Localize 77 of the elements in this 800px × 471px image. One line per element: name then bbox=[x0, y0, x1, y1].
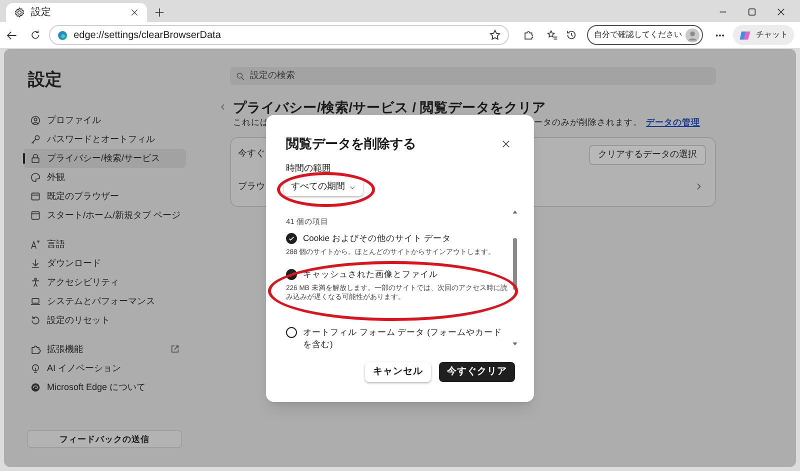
person-icon bbox=[30, 115, 41, 126]
url-text: edge://settings/clearBrowserData bbox=[74, 28, 222, 42]
sidebar-title: 設定 bbox=[28, 69, 62, 91]
item-label: キャッシュされた画像とファイル bbox=[303, 268, 439, 280]
row-label: ブラウ bbox=[238, 180, 265, 193]
item-label: Cookie およびその他のサイト データ bbox=[303, 232, 452, 244]
feedback-button[interactable]: フィードバックの送信 bbox=[27, 430, 182, 448]
browser-logo-icon bbox=[56, 30, 68, 40]
checkbox[interactable] bbox=[286, 327, 297, 338]
history-icon[interactable] bbox=[566, 29, 578, 41]
star-icon[interactable] bbox=[488, 29, 500, 41]
reset-icon bbox=[30, 315, 41, 326]
scrollbar-thumb[interactable] bbox=[513, 238, 517, 290]
scroll-down-icon[interactable] bbox=[512, 341, 518, 347]
puzzle-icon bbox=[30, 344, 41, 355]
browser-tab[interactable]: 設定 bbox=[6, 3, 147, 22]
gear-icon bbox=[14, 7, 25, 18]
avatar-icon bbox=[685, 28, 700, 42]
window-icon bbox=[30, 210, 41, 221]
sidebar-item[interactable]: スタート/ホーム/新規タブ ページ bbox=[23, 206, 186, 225]
language-icon bbox=[30, 239, 41, 250]
back-icon[interactable] bbox=[6, 28, 18, 42]
window-icon bbox=[30, 191, 41, 202]
check-icon bbox=[288, 235, 295, 242]
sidebar-item[interactable]: ダウンロード bbox=[23, 254, 186, 273]
close-icon[interactable] bbox=[776, 7, 786, 17]
chat-button[interactable]: チャット bbox=[732, 25, 794, 45]
download-icon bbox=[30, 258, 41, 269]
refresh-icon[interactable] bbox=[30, 29, 41, 41]
search-icon bbox=[236, 72, 245, 80]
sidebar-item[interactable]: 既定のブラウザー bbox=[23, 187, 186, 206]
copilot-icon bbox=[738, 28, 752, 42]
sidebar-item[interactable]: AI イノベーション bbox=[23, 359, 186, 378]
key-icon bbox=[30, 134, 41, 145]
search-field[interactable]: 設定の検索 bbox=[230, 67, 716, 85]
clear-now-button[interactable]: 今すぐクリア bbox=[439, 362, 515, 382]
favorites-icon[interactable] bbox=[547, 29, 558, 41]
dialog-title: 閲覧データを削除する bbox=[286, 135, 416, 153]
lock-icon bbox=[30, 153, 41, 164]
external-link-icon bbox=[170, 344, 180, 354]
laptop-icon bbox=[30, 296, 41, 307]
sidebar-item[interactable]: プロファイル bbox=[23, 111, 186, 130]
item-label: オートフィル フォーム データ (フォームやカードを含む) bbox=[303, 326, 503, 350]
plus-icon[interactable] bbox=[154, 7, 165, 18]
tab-title: 設定 bbox=[31, 6, 52, 20]
range-label: 時間の範囲 bbox=[286, 162, 331, 175]
browser-logo-icon bbox=[30, 382, 41, 393]
sidebar-item[interactable]: プライバシー/検索/サービス bbox=[23, 149, 186, 168]
sidebar-item[interactable]: システムとパフォーマンス bbox=[23, 292, 186, 311]
row-label: 今すぐ bbox=[238, 147, 265, 160]
sidebar-item[interactable]: 設定のリセット bbox=[23, 311, 186, 330]
maximize-icon[interactable] bbox=[747, 7, 757, 17]
sidebar-item[interactable]: 外観 bbox=[23, 168, 186, 187]
chevron-down-icon bbox=[349, 184, 356, 190]
sidebar-item[interactable]: アクセシビリティ bbox=[23, 273, 186, 292]
manage-data-link[interactable]: データの管理 bbox=[646, 116, 700, 129]
figure-icon bbox=[30, 277, 41, 288]
palette-icon bbox=[30, 172, 41, 183]
puzzle-icon[interactable] bbox=[522, 29, 534, 41]
select-data-button[interactable]: クリアするデータの選択 bbox=[589, 145, 706, 165]
sidebar-item[interactable]: Microsoft Edge について bbox=[23, 378, 186, 397]
sidebar-item[interactable]: パスワードとオートフィル bbox=[23, 130, 186, 149]
checkbox[interactable] bbox=[286, 233, 297, 244]
range-dropdown[interactable]: すべての期間 bbox=[284, 178, 363, 196]
cancel-button[interactable]: キャンセル bbox=[365, 362, 431, 382]
sidebar-item[interactable]: 言語 bbox=[23, 235, 186, 254]
profile-button[interactable]: 自分で確認してください bbox=[587, 25, 704, 45]
close-icon[interactable] bbox=[130, 8, 139, 17]
back-chevron-icon[interactable] bbox=[219, 103, 227, 111]
scroll-up-icon[interactable] bbox=[512, 209, 518, 215]
selection-indicator bbox=[23, 153, 25, 164]
close-icon[interactable] bbox=[501, 139, 511, 149]
bulb-icon bbox=[30, 363, 41, 374]
description-text: ータのみが削除されます。 bbox=[534, 116, 642, 129]
sidebar-item[interactable]: 拡張機能 bbox=[23, 340, 186, 359]
page-title: プライバシー/検索/サービス / 閲覧データをクリア bbox=[233, 99, 546, 117]
address-bar[interactable]: edge://settings/clearBrowserData bbox=[48, 25, 508, 45]
